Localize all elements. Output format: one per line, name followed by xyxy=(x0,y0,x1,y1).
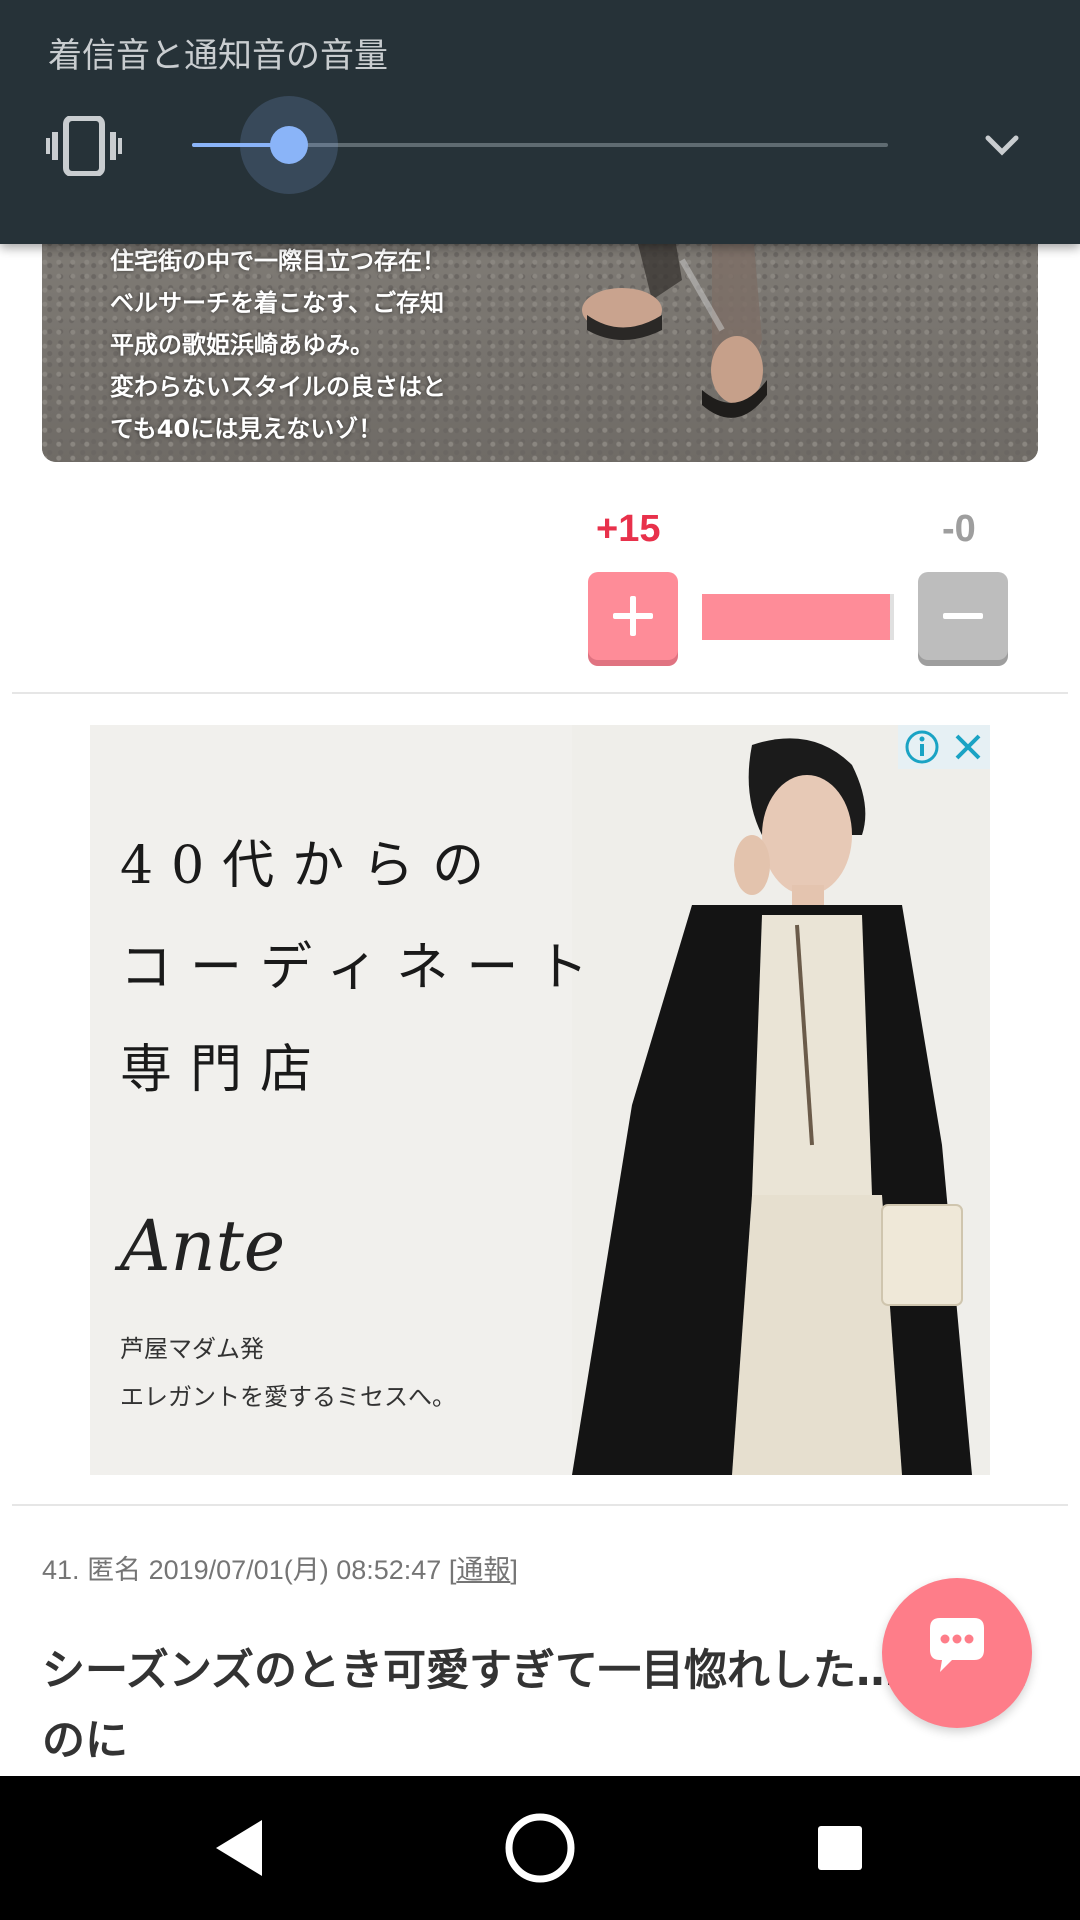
plus-vote-button[interactable] xyxy=(588,572,678,660)
volume-slider-thumb[interactable] xyxy=(270,126,309,164)
home-icon[interactable] xyxy=(500,1808,580,1888)
comment-meta: 41. 匿名 2019/07/01(月) 08:52:47 [通報] xyxy=(42,1548,518,1587)
vote-ratio-bar xyxy=(702,594,894,640)
caption-line: 変わらないスタイルの良さはと xyxy=(110,373,446,401)
navigation-bar xyxy=(0,1776,1080,1920)
volume-slider[interactable] xyxy=(192,96,888,194)
comment-author: 匿名 xyxy=(87,1555,142,1585)
divider xyxy=(12,692,1068,694)
minus-icon xyxy=(943,613,983,619)
screen: 住宅街の中で一際目立つ存在！ ベルサーチを着こなす、ご存知 平成の歌姫浜崎あゆみ… xyxy=(0,0,1080,1920)
volume-title: 着信音と通知音の音量 xyxy=(48,36,388,76)
image-caption: 住宅街の中で一際目立つ存在！ ベルサーチを着こなす、ご存知 平成の歌姫浜崎あゆみ… xyxy=(110,240,530,450)
ad-brand: Ante xyxy=(120,1205,286,1287)
info-icon[interactable] xyxy=(898,725,946,769)
ad-headline-line: コーディネート xyxy=(120,938,607,998)
vibrate-icon[interactable] xyxy=(46,116,122,176)
ad-headline: 40代からの コーディネート 専門店 xyxy=(120,815,606,1121)
caption-line: 住宅街の中で一際目立つ存在！ xyxy=(110,247,446,275)
chat-button[interactable] xyxy=(882,1578,1032,1728)
plus-vote-count: +15 xyxy=(596,508,661,550)
caption-line: ベルサーチを着こなす、ご存知 xyxy=(110,289,445,317)
close-icon[interactable] xyxy=(946,725,990,769)
chevron-down-icon[interactable] xyxy=(978,126,1026,166)
ad-headline-line: 専門店 xyxy=(120,1040,331,1100)
plus-icon-vertical xyxy=(630,596,636,636)
caption-line: 平成の歌姫浜崎あゆみ。 xyxy=(110,331,374,359)
comment-timestamp: 2019/07/01(月) 08:52:47 xyxy=(148,1555,442,1585)
ad-model-photo xyxy=(572,725,990,1475)
ad-tagline: 芦屋マダム発 エレガントを愛するミセスへ。 xyxy=(120,1325,456,1421)
sandal-feet-image xyxy=(582,220,767,418)
back-icon[interactable] xyxy=(200,1808,280,1888)
report-link[interactable]: 通報 xyxy=(456,1555,510,1585)
ad-tagline-line: 芦屋マダム発 xyxy=(120,1335,264,1363)
minus-vote-button[interactable] xyxy=(918,572,1008,660)
ad-banner[interactable]: 40代からの コーディネート 専門店 Ante 芦屋マダム発 エレガントを愛する… xyxy=(90,725,990,1475)
recents-icon[interactable] xyxy=(800,1808,880,1888)
report-bracket-close: ] xyxy=(510,1555,518,1585)
comment-number: 41. xyxy=(42,1555,80,1585)
ad-tagline-line: エレガントを愛するミセスへ。 xyxy=(120,1383,456,1411)
minus-vote-count: -0 xyxy=(942,508,976,550)
volume-panel: 着信音と通知音の音量 xyxy=(0,0,1080,244)
ad-headline-line: 40代からの xyxy=(120,836,503,896)
caption-line: ても40には見えないゾ！ xyxy=(110,415,383,443)
vote-ratio-fill xyxy=(702,594,891,640)
divider xyxy=(12,1504,1068,1506)
chat-bubble-icon xyxy=(930,1618,984,1672)
